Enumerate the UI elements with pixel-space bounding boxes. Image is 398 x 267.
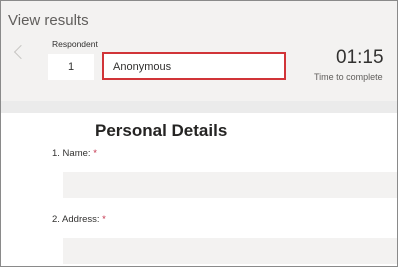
previous-respondent-icon[interactable]	[13, 44, 29, 60]
question-label-name: 1. Name: *	[52, 148, 97, 159]
respondent-number-input[interactable]: 1	[48, 54, 94, 80]
highlight-outline	[102, 52, 286, 80]
results-header: View results Respondent 1 Anonymous 01:1…	[1, 1, 397, 101]
required-marker: *	[102, 214, 106, 225]
answer-box-name	[63, 172, 397, 198]
completion-time: 01:15	[336, 47, 384, 68]
required-marker: *	[93, 148, 97, 159]
question-label-address: 2. Address: *	[52, 214, 106, 225]
section-divider	[1, 101, 397, 113]
question-text: 1. Name:	[52, 148, 91, 159]
completion-time-label: Time to complete	[314, 72, 383, 82]
page-title: View results	[8, 12, 89, 29]
section-title: Personal Details	[95, 121, 228, 140]
respondent-label: Respondent	[52, 39, 98, 49]
answer-box-address	[63, 238, 397, 264]
results-panel: View results Respondent 1 Anonymous 01:1…	[0, 0, 398, 267]
question-text: 2. Address:	[52, 214, 100, 225]
